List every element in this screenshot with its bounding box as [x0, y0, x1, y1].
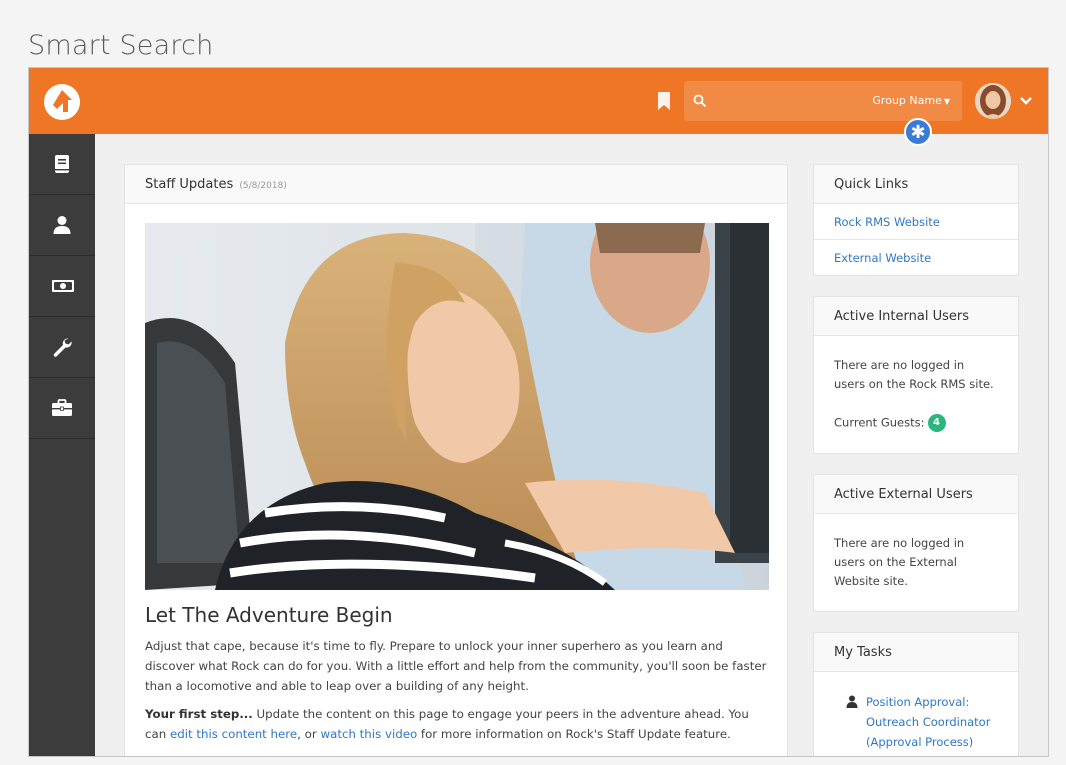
text-span: for more information on Rock's Staff Upd… — [417, 727, 731, 741]
wrench-icon — [53, 338, 72, 357]
sidebar-item-admin[interactable] — [29, 378, 95, 439]
sidebar-item-tools[interactable] — [29, 317, 95, 378]
panel-heading: Quick Links — [814, 165, 1018, 204]
bookmark-icon[interactable] — [657, 92, 671, 110]
staff-updates-panel: Staff Updates (5/8/2018) Let The Adventu… — [124, 164, 788, 756]
watch-video-link[interactable]: watch this video — [320, 727, 417, 741]
active-external-users-panel: Active External Users There are no logge… — [813, 474, 1019, 612]
article-paragraph: Adjust that cape, because it's time to f… — [145, 639, 767, 693]
smart-search-badge: ✱ — [904, 118, 932, 146]
external-users-message: There are no logged in users on the Exte… — [834, 536, 965, 588]
hero-image — [145, 223, 769, 590]
search-filter-label: Group Name — [872, 94, 942, 107]
smart-search-box[interactable]: Group Name ▼ — [684, 81, 962, 121]
search-icon — [693, 94, 707, 108]
list-item: Position Approval: Outreach Coordinator … — [814, 672, 1018, 752]
briefcase-icon — [52, 399, 72, 416]
page-title: Smart Search — [28, 30, 214, 61]
my-tasks-panel: My Tasks Position Approval: Outreach Coo… — [813, 632, 1019, 756]
article-body: Adjust that cape, because it's time to f… — [145, 636, 769, 752]
panel-heading: Active External Users — [814, 475, 1018, 514]
active-internal-users-panel: Active Internal Users There are no logge… — [813, 296, 1019, 454]
person-icon — [53, 216, 71, 234]
current-guests: Current Guests: 4 — [814, 394, 1018, 432]
guests-count-badge: 4 — [927, 414, 946, 432]
search-input[interactable] — [714, 89, 864, 113]
task-link[interactable]: Position Approval: Outreach Coordinator … — [866, 695, 990, 749]
main-content: Staff Updates (5/8/2018) Let The Adventu… — [95, 134, 1048, 756]
article-title: Let The Adventure Begin — [145, 603, 393, 627]
sidebar-item-finance[interactable] — [29, 256, 95, 317]
panel-heading: Active Internal Users — [814, 297, 1018, 336]
rock-logo-icon[interactable] — [44, 84, 80, 120]
top-bar: Group Name ▼ — [29, 68, 1048, 134]
sidebar-item-people[interactable] — [29, 195, 95, 256]
update-date: (5/8/2018) — [239, 181, 287, 191]
caret-down-icon: ▼ — [943, 97, 950, 106]
text-span: , or — [297, 727, 321, 741]
article-paragraph-first-step: Your first step... Update the content on… — [145, 704, 769, 744]
panel-heading: Staff Updates (5/8/2018) — [125, 165, 787, 204]
guests-label: Current Guests: — [834, 415, 925, 430]
edit-content-link[interactable]: edit this content here — [170, 727, 297, 741]
sidebar-item-book[interactable] — [29, 134, 95, 195]
panel-title: Staff Updates — [145, 177, 234, 192]
quick-link-rock-rms[interactable]: Rock RMS Website — [814, 204, 1018, 240]
avatar[interactable] — [975, 83, 1011, 119]
money-icon — [52, 280, 74, 292]
app-window: Group Name ▼ ✱ Staff Updates (5/8/2018) … — [28, 67, 1049, 757]
book-icon — [55, 155, 69, 173]
internal-users-message: There are no logged in users on the Rock… — [834, 358, 994, 391]
quick-link-external[interactable]: External Website — [814, 240, 1018, 276]
search-filter-dropdown[interactable]: Group Name ▼ — [872, 94, 950, 107]
person-icon — [846, 695, 858, 708]
first-step-label: Your first step... — [145, 707, 253, 721]
chevron-down-icon[interactable] — [1020, 96, 1032, 106]
panel-heading: My Tasks — [814, 633, 1018, 672]
quick-links-panel: Quick Links Rock RMS Website External We… — [813, 164, 1019, 276]
sidebar — [29, 134, 95, 756]
